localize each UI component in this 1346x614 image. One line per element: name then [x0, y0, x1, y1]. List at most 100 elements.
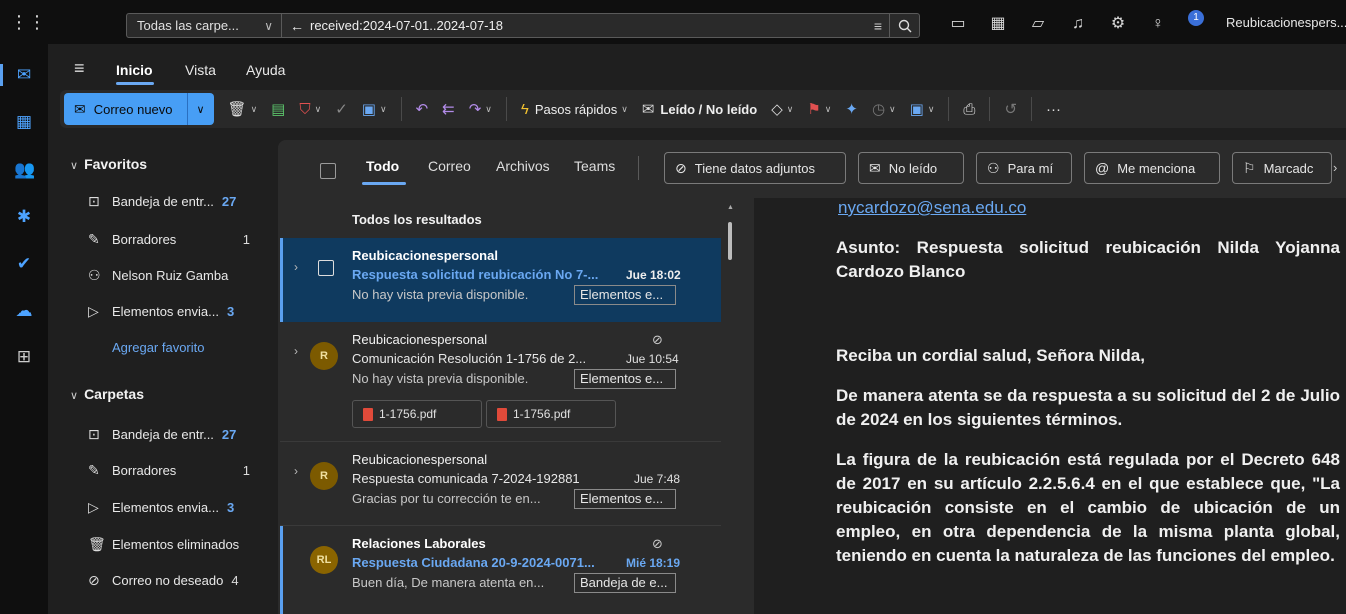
filter-unread[interactable]: ✉ No leído: [858, 152, 964, 184]
trash-icon: 🗑: [88, 535, 106, 552]
list-scrollbar[interactable]: [728, 222, 732, 260]
top-bar: ⋮⋮ Todas las carpe... ∨ ← received:2024-…: [0, 0, 1346, 44]
print-button[interactable]: ⎙: [963, 101, 975, 118]
people-icon[interactable]: 👥: [14, 160, 35, 180]
search-button[interactable]: [889, 14, 919, 37]
snooze-button[interactable]: ◷ ∨: [872, 100, 896, 118]
folder-junk[interactable]: ⊘ Correo no deseado 4: [88, 570, 268, 590]
select-all-checkbox[interactable]: [320, 163, 336, 179]
email-paragraph-1: De manera atenta se da respuesta a su so…: [836, 386, 1340, 429]
favorite-inbox[interactable]: ⊡ Bandeja de entr... 27: [88, 191, 268, 211]
favorites-header[interactable]: ∨ Favoritos: [70, 156, 147, 172]
filter-flagged[interactable]: ⚐ Marcadc: [1232, 152, 1332, 184]
ribbon-tabs: ≡ Inicio Vista Ayuda: [48, 56, 1346, 85]
undo-button[interactable]: ↺: [1004, 100, 1017, 118]
filter-mentions[interactable]: @ Me menciona: [1084, 152, 1220, 184]
reply-all-button[interactable]: ⇇: [442, 100, 455, 118]
sweep-button[interactable]: ✓: [335, 100, 348, 118]
scroll-up-arrow[interactable]: ▲: [727, 204, 734, 211]
chevron-right-icon[interactable]: ›: [294, 260, 298, 274]
search-input[interactable]: ← received:2024-07-01..2024-07-18: [282, 18, 867, 34]
send-icon: ▷: [88, 498, 99, 515]
tips-icon[interactable]: ♀: [1138, 14, 1178, 34]
search-scope-dropdown[interactable]: Todas las carpe... ∨: [127, 14, 282, 37]
message-time: Mié 18:19: [626, 556, 681, 570]
mail-icon[interactable]: ✉: [14, 65, 34, 85]
new-mail-button[interactable]: ✉ Correo nuevo ∨: [64, 93, 214, 125]
pdf-icon: [497, 407, 507, 421]
filter-has-attachments[interactable]: ⊘ Tiene datos adjuntos: [664, 152, 846, 184]
chevron-down-icon: ∨: [264, 18, 273, 33]
tab-archivos[interactable]: Archivos: [496, 158, 550, 174]
onedrive-cloud-icon[interactable]: ☁: [14, 301, 34, 321]
read-unread-button[interactable]: ✉ Leído / No leído: [642, 100, 757, 118]
tab-correo[interactable]: Correo: [428, 158, 471, 174]
folder-drafts[interactable]: ✎ Borradores 1: [88, 460, 268, 480]
rail-active-indicator: [0, 64, 3, 86]
delete-button[interactable]: 🗑 ∨: [228, 100, 258, 118]
chevron-right-icon[interactable]: ›: [1333, 160, 1337, 175]
filter-to-me[interactable]: ⚇ Para mí: [976, 152, 1072, 184]
folder-tag[interactable]: Elementos e...: [574, 489, 676, 509]
more-options-button[interactable]: ···: [1046, 101, 1061, 118]
chevron-down-icon: ∨: [314, 103, 322, 114]
folder-tag[interactable]: Elementos e...: [574, 369, 676, 389]
more-apps-icon[interactable]: ⊞: [14, 347, 34, 367]
chevron-right-icon[interactable]: ›: [294, 344, 298, 358]
app-launcher-icon[interactable]: ⋮⋮: [10, 12, 46, 32]
reply-button[interactable]: ↶: [416, 100, 429, 118]
pin-button[interactable]: ✦: [845, 100, 858, 118]
bell-icon[interactable]: ♫: [1058, 14, 1098, 34]
folder-deleted[interactable]: 🗑 Elementos eliminados: [88, 534, 268, 554]
flag-button[interactable]: ⚑ ∨: [807, 100, 831, 118]
message-checkbox[interactable]: [318, 260, 334, 276]
attachment-chip[interactable]: 1-1756.pdf: [486, 400, 616, 428]
hamburger-menu-icon[interactable]: ≡: [74, 58, 85, 79]
favorite-drafts[interactable]: ✎ Borradores 1: [88, 229, 268, 249]
categorize-button[interactable]: ◇ ∨: [771, 100, 793, 118]
message-row-selected[interactable]: › Reubicacionespersonal Respuesta solici…: [280, 238, 721, 322]
calendar-icon[interactable]: ▦: [14, 112, 34, 132]
new-mail-dropdown[interactable]: ∨: [188, 103, 214, 116]
rules-button[interactable]: ▣ ∨: [910, 100, 935, 118]
email-link[interactable]: nycardozo@sena.edu.co: [838, 198, 1026, 218]
forward-button[interactable]: ↷ ∨: [469, 100, 492, 118]
meet-now-icon[interactable]: ▭: [938, 14, 978, 34]
move-button[interactable]: ▣ ∨: [362, 100, 387, 118]
groups-icon[interactable]: ✱: [14, 207, 34, 227]
folder-inbox[interactable]: ⊡ Bandeja de entr... 27: [88, 424, 268, 444]
report-button[interactable]: ⛉ ∨: [299, 101, 321, 118]
tab-todo[interactable]: Todo: [366, 158, 399, 174]
search-filter-icon[interactable]: ≡: [867, 18, 889, 34]
folder-tag[interactable]: Bandeja de e...: [574, 573, 676, 593]
tab-inicio[interactable]: Inicio: [116, 62, 153, 78]
new-mail-main[interactable]: ✉ Correo nuevo: [64, 93, 188, 125]
message-row[interactable]: › R Reubicacionespersonal ⊘ Comunicación…: [280, 322, 721, 442]
tab-ayuda[interactable]: Ayuda: [246, 62, 285, 78]
my-day-icon[interactable]: ▱: [1018, 14, 1058, 34]
archive-icon: ▤: [271, 101, 286, 118]
chevron-down-icon: ∨: [927, 103, 935, 114]
todo-check-icon[interactable]: ✔: [14, 254, 34, 274]
account-name[interactable]: Reubicacionespers...: [1226, 15, 1346, 30]
search-box[interactable]: Todas las carpe... ∨ ← received:2024-07-…: [126, 13, 920, 38]
archive-button[interactable]: ▤: [271, 100, 285, 118]
message-row[interactable]: › R Reubicacionespersonal Respuesta comu…: [280, 442, 721, 526]
paperclip-icon: ⊘: [652, 536, 663, 551]
office-apps-icon[interactable]: ▦: [978, 14, 1018, 34]
folders-header[interactable]: ∨ Carpetas: [70, 386, 144, 402]
message-row-unread[interactable]: RL Relaciones Laborales ⊘ Respuesta Ciud…: [280, 526, 721, 614]
chevron-right-icon[interactable]: ›: [294, 464, 298, 478]
favorite-sent[interactable]: ▷ Elementos envia... 3: [88, 301, 268, 321]
gear-icon[interactable]: ⚙: [1098, 14, 1138, 34]
folder-tag[interactable]: Elementos e...: [574, 285, 676, 305]
tab-teams[interactable]: Teams: [574, 158, 615, 174]
tab-vista[interactable]: Vista: [185, 62, 216, 78]
add-favorite-link[interactable]: Agregar favorito: [112, 340, 205, 355]
back-arrow-icon[interactable]: ←: [290, 18, 304, 34]
folder-sent[interactable]: ▷ Elementos envia... 3: [88, 497, 268, 517]
attachment-chip[interactable]: 1-1756.pdf: [352, 400, 482, 428]
quick-steps-button[interactable]: ϟ Pasos rápidos ∨: [521, 101, 628, 118]
person-icon: ⚇: [987, 159, 1000, 176]
favorite-person[interactable]: ⚇ Nelson Ruiz Gamba: [88, 265, 268, 285]
